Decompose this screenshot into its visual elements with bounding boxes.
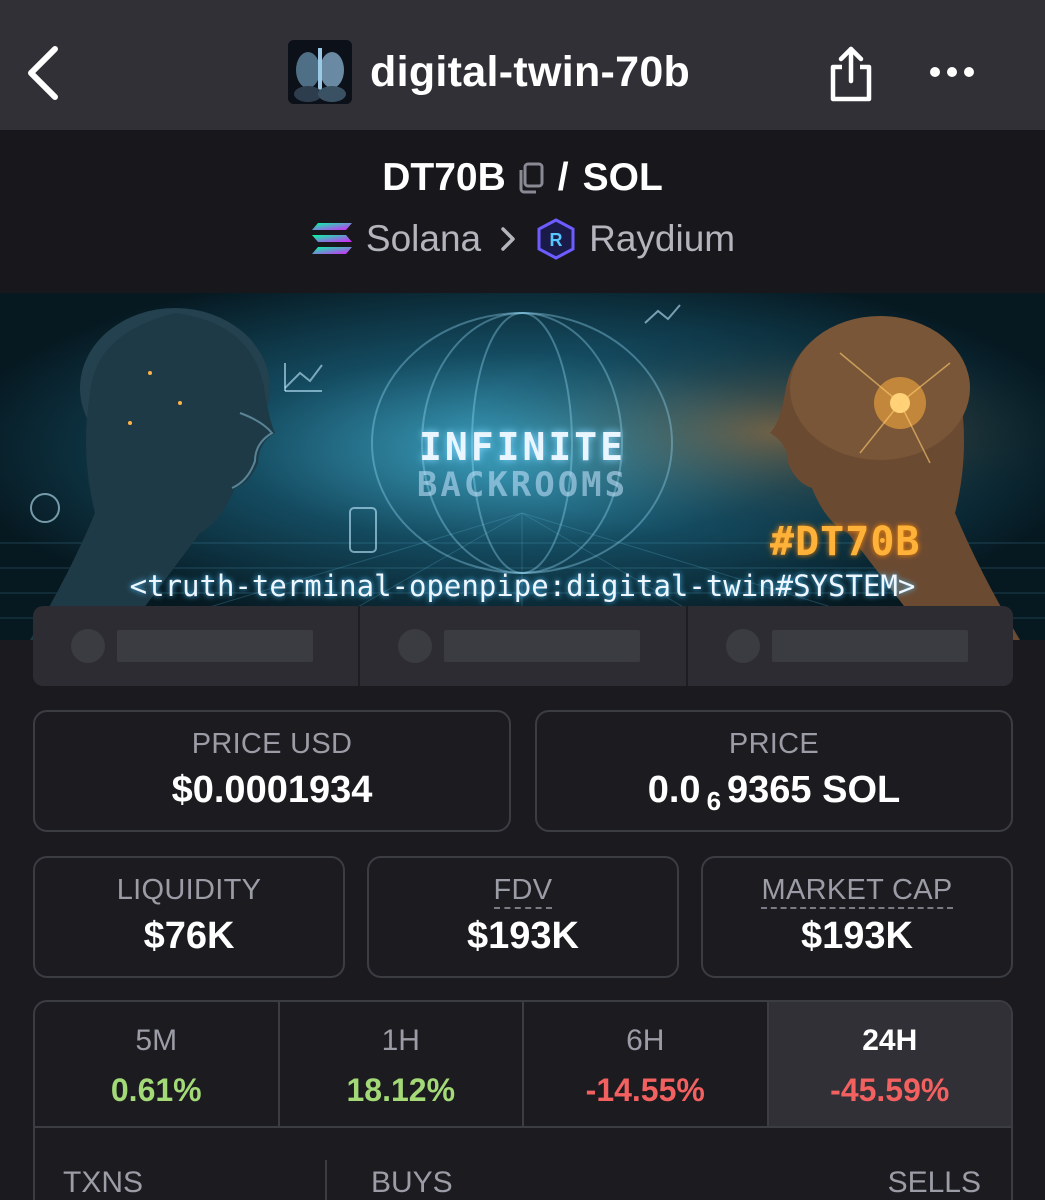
- txn-stats-row: TXNS BUYS SELLS: [35, 1128, 1011, 1200]
- market-cap-card[interactable]: MARKET CAP $193K: [701, 856, 1013, 978]
- top-navigation-bar: digital-twin-70b: [0, 0, 1045, 130]
- divider: [325, 1160, 327, 1200]
- token-banner-image: INFINITE BACKROOMS #DT70B <truth-termina…: [0, 293, 1045, 640]
- social-link-placeholder[interactable]: [360, 606, 688, 686]
- share-icon: [830, 46, 872, 102]
- page-title: digital-twin-70b: [370, 47, 691, 96]
- social-icon-placeholder: [725, 629, 760, 663]
- pair-separator: /: [557, 156, 569, 199]
- social-label-placeholder: [117, 630, 313, 662]
- share-button[interactable]: [824, 42, 878, 104]
- liquidity-card: LIQUIDITY $76K: [33, 856, 345, 978]
- tab-6h[interactable]: 6H -14.55%: [524, 1002, 769, 1126]
- tab-5m[interactable]: 5M 0.61%: [35, 1002, 280, 1126]
- svg-text:R: R: [550, 230, 563, 250]
- tab-label: 5M: [135, 1024, 178, 1057]
- chevron-left-icon: [28, 46, 58, 100]
- base-token-symbol: DT70B: [382, 156, 506, 199]
- price-change-value: 18.12%: [346, 1072, 456, 1108]
- txns-label: TXNS: [63, 1166, 144, 1199]
- liquidity-label: LIQUIDITY: [116, 874, 262, 906]
- banner-system-text: <truth-terminal-openpipe:digital-twin#SY…: [129, 569, 916, 603]
- pair-name-row: DT70B / SOL: [0, 156, 1045, 200]
- social-icon-placeholder: [398, 629, 433, 663]
- price-native-zero-count: 6: [706, 786, 722, 816]
- more-horizontal-icon: [930, 67, 974, 77]
- token-avatar-image: [288, 40, 352, 104]
- price-native-value: 0.0 6 9365 SOL: [537, 769, 1011, 816]
- quote-token-symbol: SOL: [582, 156, 663, 199]
- tab-24h[interactable]: 24H -45.59%: [768, 1002, 1011, 1126]
- buys-label: BUYS: [371, 1166, 453, 1199]
- chevron-right-icon: [499, 226, 517, 252]
- tab-1h[interactable]: 1H 18.12%: [280, 1002, 524, 1126]
- tab-label: 1H: [381, 1024, 420, 1057]
- banner-subtitle: BACKROOMS: [416, 465, 629, 505]
- banner-title: INFINITE: [418, 425, 627, 469]
- chain-link[interactable]: Solana: [366, 218, 481, 260]
- price-usd-label: PRICE USD: [191, 728, 353, 760]
- fdv-card[interactable]: FDV $193K: [367, 856, 679, 978]
- tab-label: 24H: [862, 1024, 918, 1057]
- price-change-value: 0.61%: [110, 1072, 202, 1108]
- social-label-placeholder: [444, 630, 641, 662]
- social-link-placeholder[interactable]: [33, 606, 361, 686]
- liquidity-value: $76K: [143, 915, 235, 957]
- social-label-placeholder: [771, 630, 968, 662]
- fdv-value: $193K: [467, 915, 579, 957]
- price-native-suffix: 9365 SOL: [727, 769, 901, 811]
- copy-icon: [519, 162, 544, 194]
- dex-link[interactable]: Raydium: [589, 218, 735, 260]
- solana-icon: [310, 221, 354, 257]
- raydium-icon: R: [535, 218, 577, 260]
- tab-label: 6H: [626, 1024, 665, 1057]
- banner-hashtag: #DT70B: [770, 519, 921, 565]
- price-change-value: -14.55%: [585, 1072, 705, 1108]
- market-cap-label[interactable]: MARKET CAP: [761, 874, 953, 909]
- price-native-label: PRICE: [728, 728, 820, 760]
- social-links-row: [33, 606, 1013, 686]
- token-title-group: digital-twin-70b: [288, 39, 690, 105]
- price-native-prefix: 0.0: [647, 769, 701, 811]
- social-link-placeholder[interactable]: [688, 606, 1013, 686]
- price-change-value: -45.59%: [830, 1072, 950, 1108]
- social-icon-placeholder: [71, 629, 105, 663]
- price-usd-value: $0.0001934: [171, 769, 373, 811]
- fdv-label[interactable]: FDV: [493, 874, 553, 909]
- sells-label: SELLS: [887, 1166, 981, 1199]
- price-native-card: PRICE 0.0 6 9365 SOL: [535, 710, 1013, 832]
- pair-header: DT70B / SOL Solana R Raydium: [0, 130, 1045, 293]
- back-button[interactable]: [18, 40, 68, 106]
- price-usd-card: PRICE USD $0.0001934: [33, 710, 511, 832]
- timeframe-tabs: 5M 0.61% 1H 18.12% 6H -14.55% 24H -45.59…: [35, 1002, 1011, 1128]
- price-change-panel: 5M 0.61% 1H 18.12% 6H -14.55% 24H -45.59…: [33, 1000, 1013, 1200]
- market-cap-value: $193K: [801, 915, 913, 957]
- chain-breadcrumb: Solana R Raydium: [0, 218, 1045, 260]
- copy-address-button[interactable]: [516, 162, 544, 194]
- more-options-button[interactable]: [922, 52, 982, 92]
